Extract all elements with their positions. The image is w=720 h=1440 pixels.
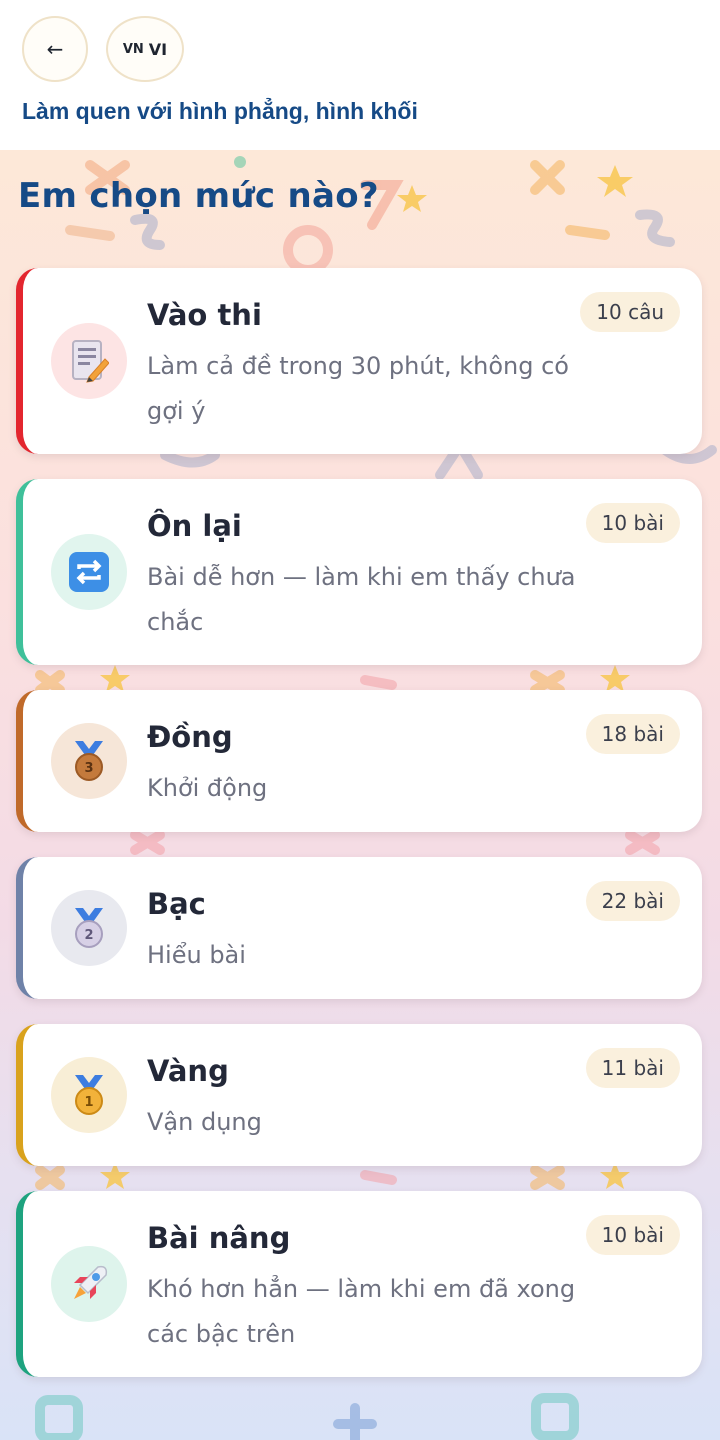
card-description: Vận dụng — [147, 1108, 262, 1136]
card-title: Vàng — [147, 1054, 229, 1088]
vietnam-flag-icon: VN — [122, 41, 144, 57]
level-card-exam[interactable]: Vào thi Làm cả đề trong 30 phút, không c… — [16, 268, 702, 454]
card-title: Vào thi — [147, 298, 262, 332]
card-title: Bài nâng — [147, 1221, 291, 1255]
count-badge: 10 bài — [585, 1215, 680, 1255]
language-button[interactable]: VN VI — [106, 16, 184, 82]
page-heading: Em chọn mức nào? — [18, 176, 379, 216]
course-title: Làm quen với hình phẳng, hình khối — [22, 98, 418, 124]
card-title: Đồng — [147, 720, 233, 754]
icon-background — [51, 1246, 127, 1322]
svg-text:2: 2 — [84, 928, 93, 943]
svg-text:3: 3 — [84, 761, 93, 776]
level-card-silver[interactable]: 2 Bạc Hiểu bài 22 bài — [16, 857, 702, 999]
gold-medal-icon: 1 — [75, 1075, 103, 1115]
count-badge: 10 bài — [585, 503, 680, 543]
repeat-icon — [69, 552, 109, 592]
count-badge: 11 bài — [585, 1048, 680, 1088]
level-card-gold[interactable]: 1 Vàng Vận dụng 11 bài — [16, 1024, 702, 1166]
icon-background: 2 — [51, 890, 127, 966]
card-description: Làm cả đề trong 30 phút, không có gợi ý — [147, 352, 569, 425]
level-card-bronze[interactable]: 3 Đồng Khởi động 18 bài — [16, 690, 702, 832]
icon-background: 3 — [51, 723, 127, 799]
level-card-advanced[interactable]: Bài nâng Khó hơn hẳn — làm khi em đã xon… — [16, 1191, 702, 1377]
icon-background — [51, 323, 127, 399]
top-bar: ← VN VI Làm quen với hình phẳng, hình kh… — [0, 0, 720, 150]
exam-icon — [72, 340, 109, 383]
icon-background: 1 — [51, 1057, 127, 1133]
count-badge: 18 bài — [585, 714, 680, 754]
count-badge: 10 câu — [580, 292, 680, 332]
card-description: Hiểu bài — [147, 941, 246, 969]
level-card-review[interactable]: Ôn lại Bài dễ hơn — làm khi em thấy chưa… — [16, 479, 702, 665]
card-description: Khởi động — [147, 774, 268, 802]
language-code: VI — [148, 39, 168, 59]
card-title: Ôn lại — [147, 509, 242, 543]
silver-medal-icon: 2 — [75, 908, 103, 948]
card-description: Khó hơn hẳn — làm khi em đã xong các bậc… — [147, 1275, 576, 1348]
rocket-icon — [74, 1265, 108, 1299]
back-arrow-icon: ← — [46, 37, 64, 61]
icon-background — [51, 534, 127, 610]
card-description: Bài dễ hơn — làm khi em thấy chưa chắc — [147, 563, 576, 636]
svg-text:1: 1 — [84, 1095, 93, 1110]
back-button[interactable]: ← — [22, 16, 88, 82]
card-title: Bạc — [147, 887, 206, 921]
bronze-medal-icon: 3 — [75, 741, 103, 781]
count-badge: 22 bài — [585, 881, 680, 921]
